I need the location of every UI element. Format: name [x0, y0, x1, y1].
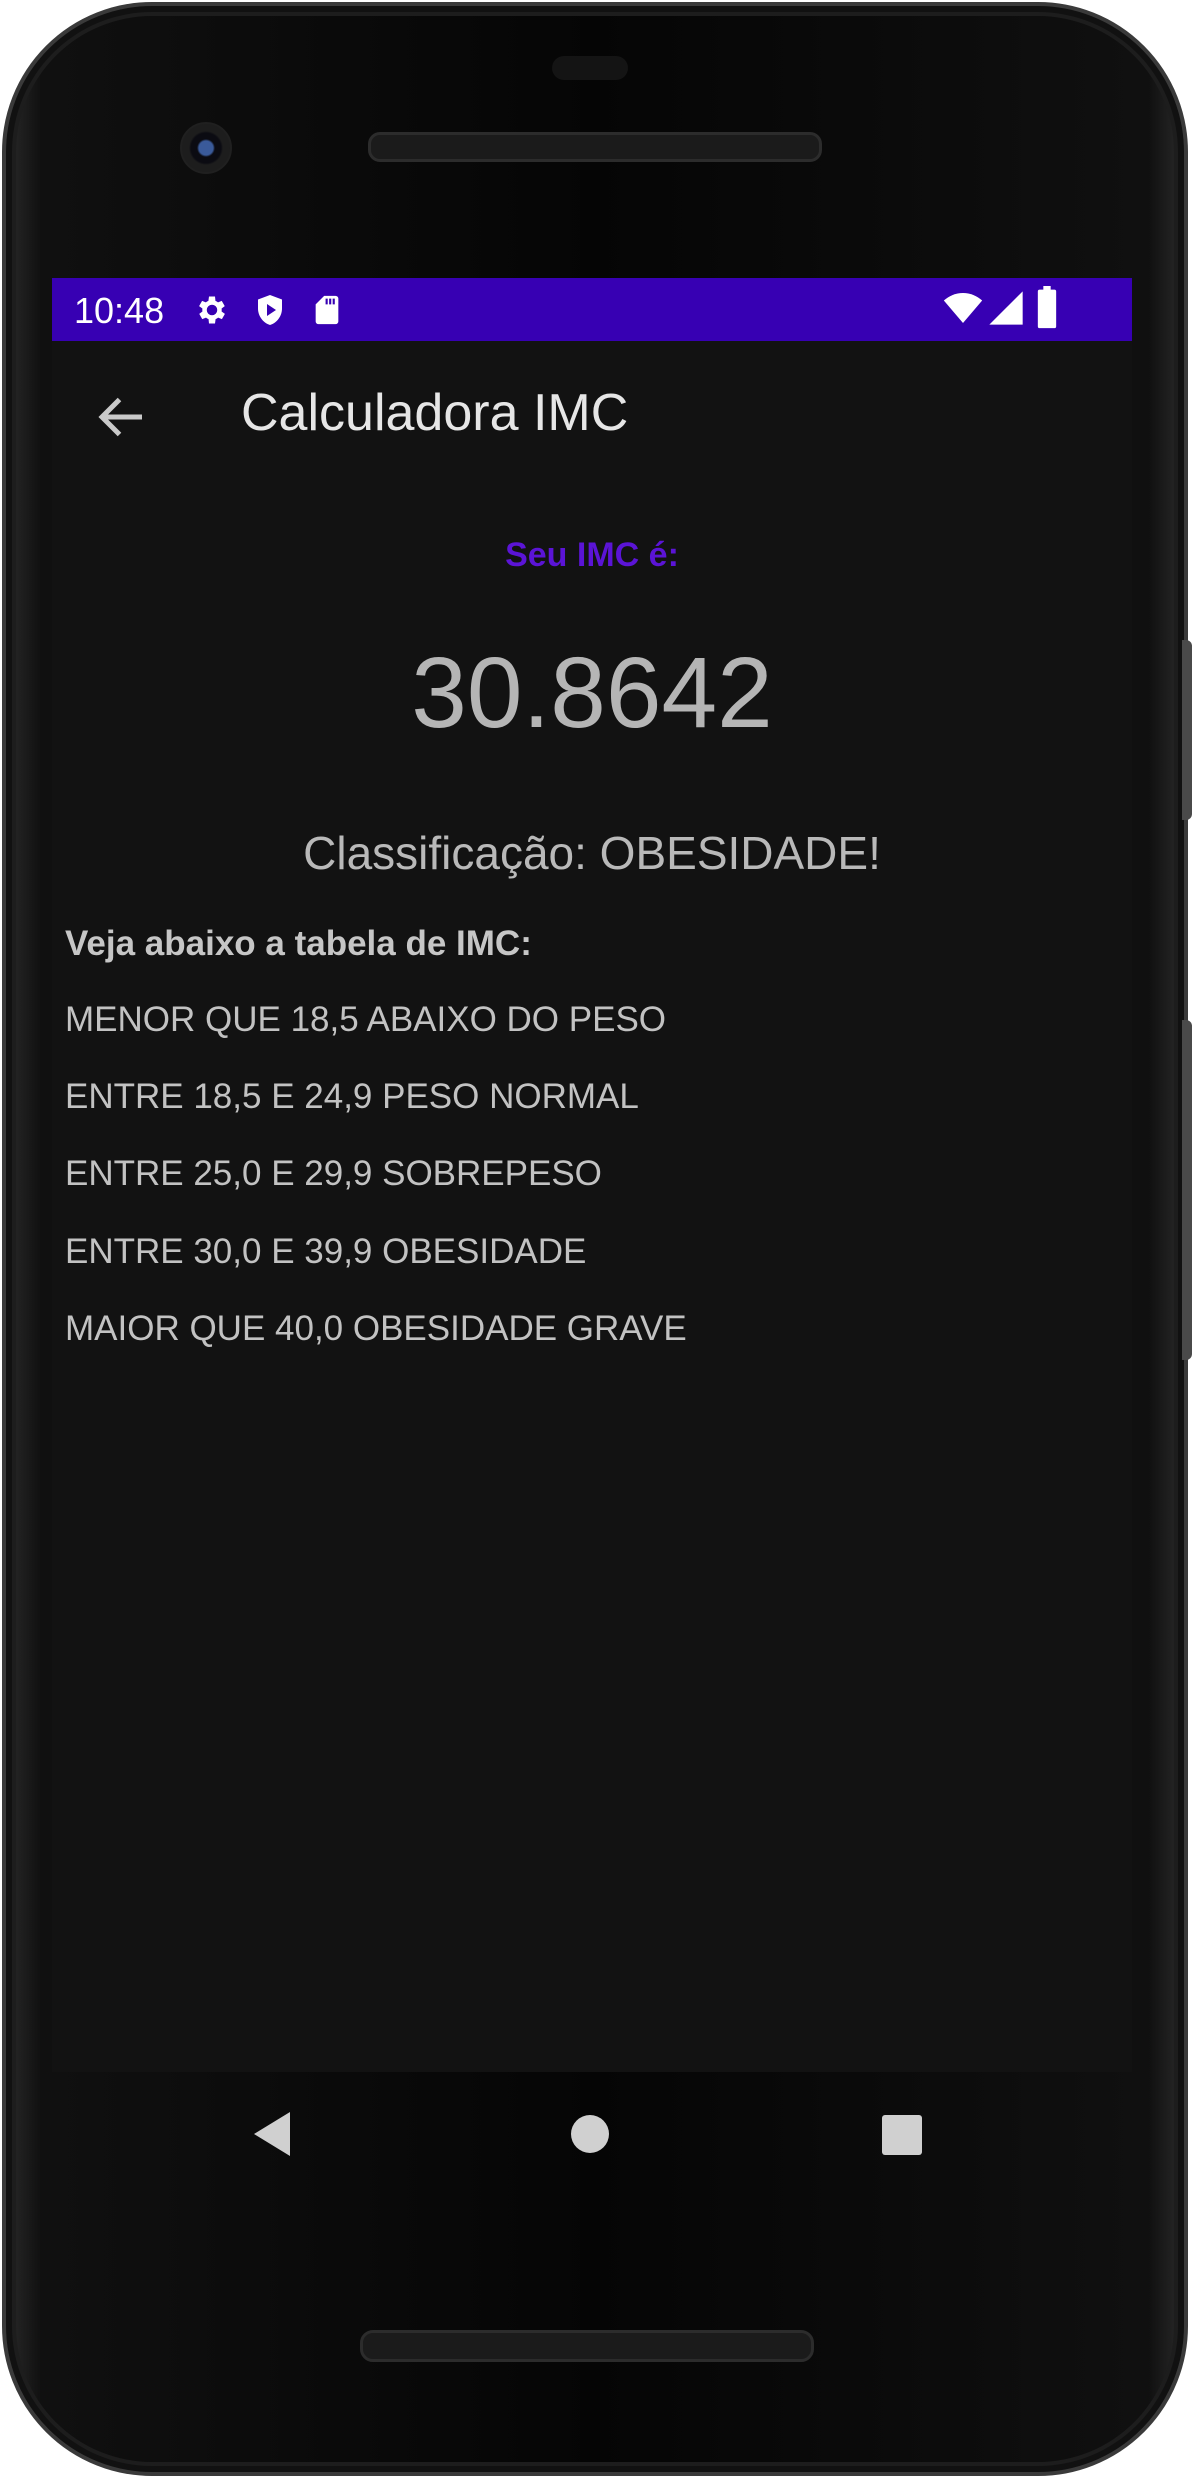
status-time: 10:48: [74, 290, 165, 331]
signal-icon: [986, 288, 1026, 333]
navigation-bar: [52, 2072, 1132, 2202]
page-title: Calculadora IMC: [241, 384, 629, 442]
wifi-icon: [942, 288, 984, 333]
bottom-speaker: [360, 2330, 814, 2362]
back-button[interactable]: [92, 387, 152, 447]
back-triangle-icon: [254, 2112, 290, 2156]
app-toolbar: Calculadora IMC: [52, 341, 1132, 488]
nav-home-button[interactable]: [570, 2114, 610, 2159]
nav-back-button[interactable]: [252, 2110, 292, 2163]
classification-text: Classificação: OBESIDADE!: [303, 827, 881, 879]
app-screen: 10:48 Calculadora IMC Seu IMC é: 30.8642…: [52, 278, 1132, 2072]
imc-table-row: ENTRE 30,0 E 39,9 OBESIDADE: [65, 1232, 587, 1271]
proximity-sensor: [552, 56, 628, 80]
gear-icon: [194, 292, 230, 333]
imc-table-row: MAIOR QUE 40,0 OBESIDADE GRAVE: [65, 1309, 687, 1348]
imc-table-row: ENTRE 25,0 E 29,9 SOBREPESO: [65, 1154, 602, 1193]
arrow-left-icon: [98, 397, 142, 437]
earpiece-speaker: [368, 132, 822, 162]
front-camera: [180, 122, 232, 174]
power-button: [1182, 640, 1192, 820]
volume-button: [1182, 1020, 1192, 1360]
imc-value: 30.8642: [411, 637, 773, 749]
imc-label: Seu IMC é:: [505, 536, 679, 574]
nav-recents-button[interactable]: [881, 2114, 923, 2161]
imc-table-title: Veja abaixo a tabela de IMC:: [65, 924, 532, 963]
recents-square-icon: [882, 2115, 922, 2155]
sd-card-icon: [310, 292, 344, 333]
shield-play-icon: [252, 292, 288, 333]
battery-icon: [1034, 286, 1060, 335]
home-circle-icon: [571, 2115, 609, 2153]
status-bar: 10:48: [52, 278, 1132, 341]
imc-table-row: ENTRE 18,5 E 24,9 PESO NORMAL: [65, 1077, 639, 1116]
imc-table-row: MENOR QUE 18,5 ABAIXO DO PESO: [65, 1000, 667, 1039]
